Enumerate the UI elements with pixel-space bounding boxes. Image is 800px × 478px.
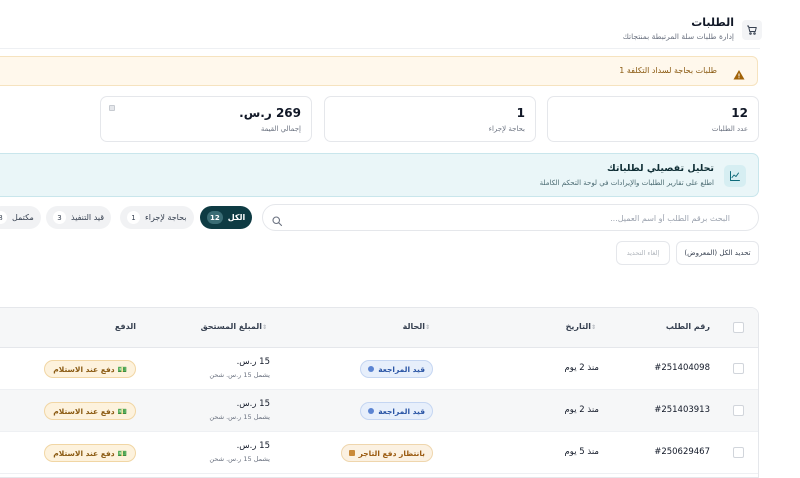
filter-count: 8: [0, 211, 7, 224]
filter-completed[interactable]: مكتمل 8: [0, 206, 41, 229]
order-date: منذ 5 يوم: [564, 447, 599, 457]
stat-card-orders: 12 عدد الطلبات: [547, 96, 759, 142]
status-dot: [368, 366, 375, 372]
page-title: الطلبات: [691, 16, 734, 29]
warning-icon: [733, 66, 745, 80]
payment-badge: 💵 دفع عند الاستلام: [44, 444, 136, 462]
header-divider: [0, 48, 760, 49]
sort-icon: ⇕: [590, 324, 596, 331]
stat-card-action: 1 بحاجة لإجراء: [324, 96, 536, 142]
analysis-subtitle: اطلع على تقارير الطلبات والإيرادات في لو…: [539, 179, 714, 187]
filter-all[interactable]: الكل 12: [200, 206, 253, 229]
filter-needs-action[interactable]: بحاجة لإجراء 1: [120, 206, 194, 229]
select-all-button[interactable]: تحديد الكل (المعروض): [676, 241, 759, 265]
page-subtitle: إدارة طلبات سلة المرتبطة بمنتجاتك: [622, 32, 734, 41]
amount-due: 15 ر.س.: [236, 399, 270, 409]
table-row[interactable]: #250629467 منذ 5 يوم بانتظار دفع التاجر …: [0, 432, 758, 474]
stat-label: بحاجة لإجراء: [488, 125, 525, 133]
order-number[interactable]: #251404098: [654, 363, 710, 373]
analysis-title: تحليل تفصيلي لطلباتك: [607, 163, 714, 174]
column-amount[interactable]: المبلغ المستحق⇕: [201, 322, 270, 331]
amount-due: 15 ر.س.: [236, 441, 270, 451]
column-date[interactable]: التاريخ⇕: [566, 322, 599, 331]
stat-label: إجمالي القيمة: [260, 125, 301, 133]
search-box[interactable]: [262, 204, 759, 231]
filter-count: 3: [53, 211, 66, 224]
stat-value: 269 ر.س.: [239, 106, 301, 120]
table-row[interactable]: #251403913 منذ 2 يوم قيد المراجعة 15 ر.س…: [0, 390, 758, 432]
order-number[interactable]: #250629467: [654, 447, 710, 457]
cash-icon: 💵: [117, 364, 127, 374]
table-header: رقم الطلب التاريخ⇕ الحالة⇕ المبلغ المستح…: [0, 308, 758, 348]
column-order-number[interactable]: رقم الطلب: [666, 322, 710, 331]
filter-count: 1: [127, 211, 140, 224]
stat-card-total: 269 ر.س. إجمالي القيمة: [100, 96, 312, 142]
sort-icon: ⇕: [424, 324, 430, 331]
status-badge: قيد المراجعة: [360, 360, 433, 378]
filter-count: 12: [207, 211, 223, 224]
column-payment: الدفع: [114, 322, 136, 331]
row-checkbox[interactable]: [733, 447, 744, 458]
payment-badge: 💵 دفع عند الاستلام: [44, 360, 136, 378]
orders-table: رقم الطلب التاريخ⇕ الحالة⇕ المبلغ المستح…: [0, 307, 759, 478]
sort-icon: ⇕: [261, 324, 267, 331]
status-badge: بانتظار دفع التاجر: [340, 444, 433, 462]
amount-note: يشمل 15 ر.س. شحن: [209, 455, 270, 463]
cash-icon: 💵: [117, 406, 127, 416]
filter-label: بحاجة لإجراء: [145, 213, 187, 222]
filter-label: قيد التنفيذ: [71, 213, 105, 222]
stat-label: عدد الطلبات: [711, 125, 748, 133]
order-date: منذ 2 يوم: [564, 405, 599, 415]
status-dot: [348, 450, 355, 456]
select-all-checkbox[interactable]: [733, 322, 744, 333]
deselect-button[interactable]: إلغاء التحديد: [616, 241, 670, 265]
row-checkbox[interactable]: [733, 405, 744, 416]
chart-icon: [724, 165, 746, 187]
amount-note: يشمل 15 ر.س. شحن: [209, 413, 270, 421]
payment-alert[interactable]: 1 طلبات بحاجة لسداد التكلفة: [0, 56, 758, 86]
payment-badge: 💵 دفع عند الاستلام: [44, 402, 136, 420]
table-row[interactable]: #251404098 منذ 2 يوم قيد المراجعة 15 ر.س…: [0, 348, 758, 390]
filter-label: الكل: [227, 213, 246, 222]
search-icon: [271, 212, 283, 227]
filter-label: مكتمل: [12, 213, 34, 222]
cash-icon: 💵: [117, 448, 127, 458]
order-number[interactable]: #251403913: [654, 405, 710, 415]
alert-text: 1 طلبات بحاجة لسداد التكلفة: [619, 66, 717, 75]
column-status[interactable]: الحالة⇕: [403, 322, 433, 331]
amount-due: 15 ر.س.: [236, 357, 270, 367]
stat-value: 12: [731, 106, 748, 120]
stat-value: 1: [516, 106, 525, 120]
status-dot: [368, 408, 375, 414]
cart-icon: [742, 20, 762, 40]
order-date: منذ 2 يوم: [564, 363, 599, 373]
filter-in-progress[interactable]: قيد التنفيذ 3: [46, 206, 112, 229]
status-badge: قيد المراجعة: [360, 402, 433, 420]
search-input[interactable]: [291, 209, 730, 227]
row-checkbox[interactable]: [733, 363, 744, 374]
card-corner-icon: [109, 105, 115, 111]
amount-note: يشمل 15 ر.س. شحن: [209, 371, 270, 379]
analysis-banner[interactable]: تحليل تفصيلي لطلباتك اطلع على تقارير الط…: [0, 153, 759, 197]
